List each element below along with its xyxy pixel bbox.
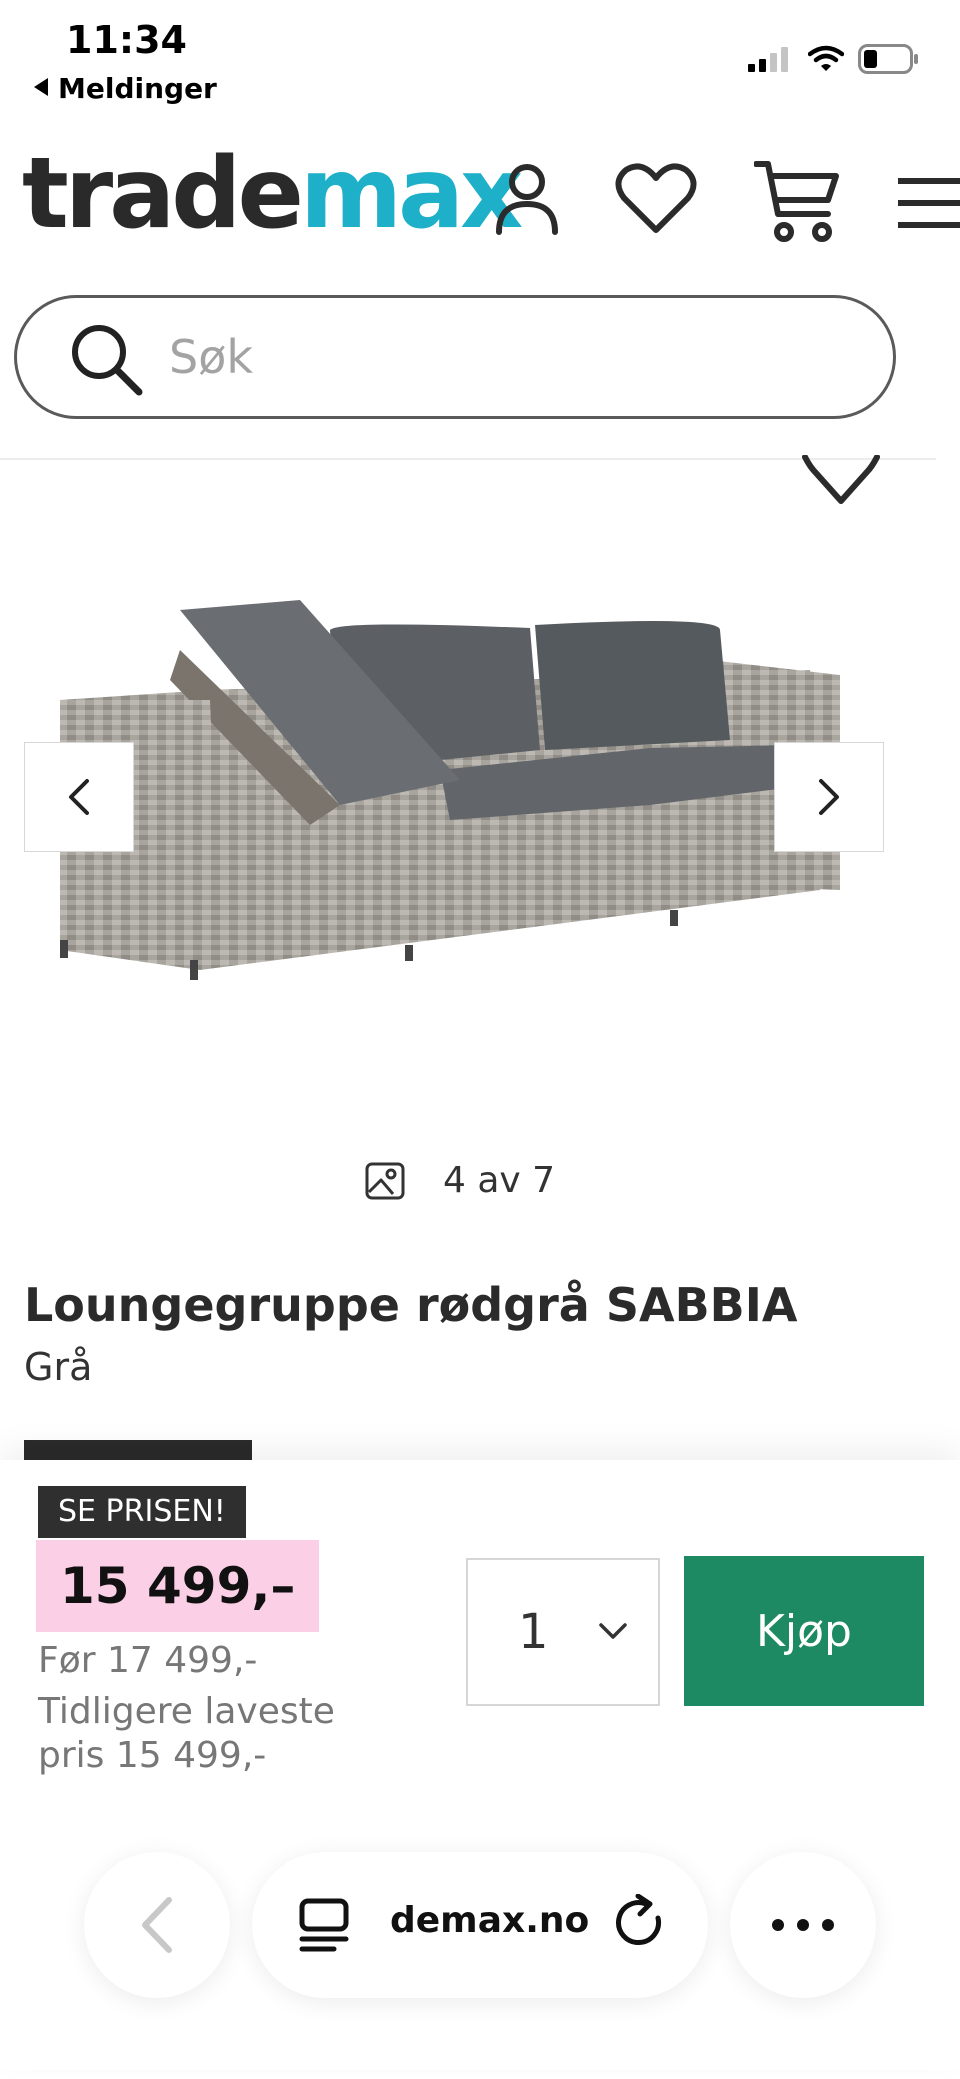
menu-icon[interactable] <box>898 178 960 228</box>
back-triangle-icon <box>34 78 48 96</box>
current-price-text: 15 499,– <box>60 1557 296 1615</box>
reader-icon <box>299 1898 349 1952</box>
browser-more-button[interactable] <box>730 1852 876 1998</box>
reload-icon[interactable] <box>614 1894 670 1954</box>
current-price: 15 499,– <box>36 1540 320 1632</box>
chevron-down-icon <box>599 1623 627 1639</box>
more-icon <box>772 1919 834 1931</box>
gallery-prev-button[interactable] <box>24 742 134 852</box>
heart-icon[interactable] <box>614 160 698 236</box>
product-title: Loungegruppe rødgrå SABBIA <box>24 1278 798 1332</box>
hidden-badge-strip <box>24 1440 252 1462</box>
lowest-price-note: Tidligere laveste pris 15 499,- <box>38 1691 335 1776</box>
search-bar[interactable] <box>14 295 896 419</box>
signal-icon <box>748 47 788 72</box>
gallery-next-button[interactable] <box>774 742 884 852</box>
price-badge: SE PRISEN! <box>38 1486 246 1538</box>
browser-back-button[interactable] <box>84 1852 230 1998</box>
quantity-select[interactable]: 1 <box>466 1558 660 1706</box>
url-text: demax.no <box>390 1900 590 1941</box>
search-input[interactable] <box>167 320 851 394</box>
image-icon <box>365 1162 405 1199</box>
favorite-heart-icon[interactable] <box>802 455 880 507</box>
status-time: 11:34 <box>66 18 187 62</box>
buy-button[interactable]: Kjøp <box>684 1556 924 1706</box>
gallery-counter[interactable]: 4 av 7 <box>365 1160 555 1201</box>
chevron-left-icon <box>69 779 89 815</box>
gallery-counter-text: 4 av 7 <box>443 1160 556 1201</box>
header-divider <box>0 458 936 460</box>
cart-icon[interactable] <box>754 158 840 244</box>
chevron-left-icon <box>142 1897 172 1953</box>
logo-text-max: max <box>299 137 523 251</box>
wifi-icon <box>808 45 844 71</box>
battery-icon <box>858 44 918 74</box>
status-icons <box>748 44 920 74</box>
back-to-app[interactable]: Meldinger <box>34 72 217 105</box>
back-label: Meldinger <box>58 72 217 105</box>
trademax-logo[interactable]: trademax <box>22 145 523 243</box>
chevron-right-icon <box>819 779 839 815</box>
search-icon <box>72 325 143 396</box>
logo-text-trade: trade <box>22 137 304 251</box>
quantity-value: 1 <box>518 1604 549 1660</box>
user-icon[interactable] <box>494 160 560 236</box>
previous-price: Før 17 499,- <box>38 1640 258 1681</box>
address-bar[interactable]: demax.no <box>252 1852 708 1998</box>
product-color: Grå <box>24 1345 93 1389</box>
product-image-sofa <box>60 600 840 980</box>
